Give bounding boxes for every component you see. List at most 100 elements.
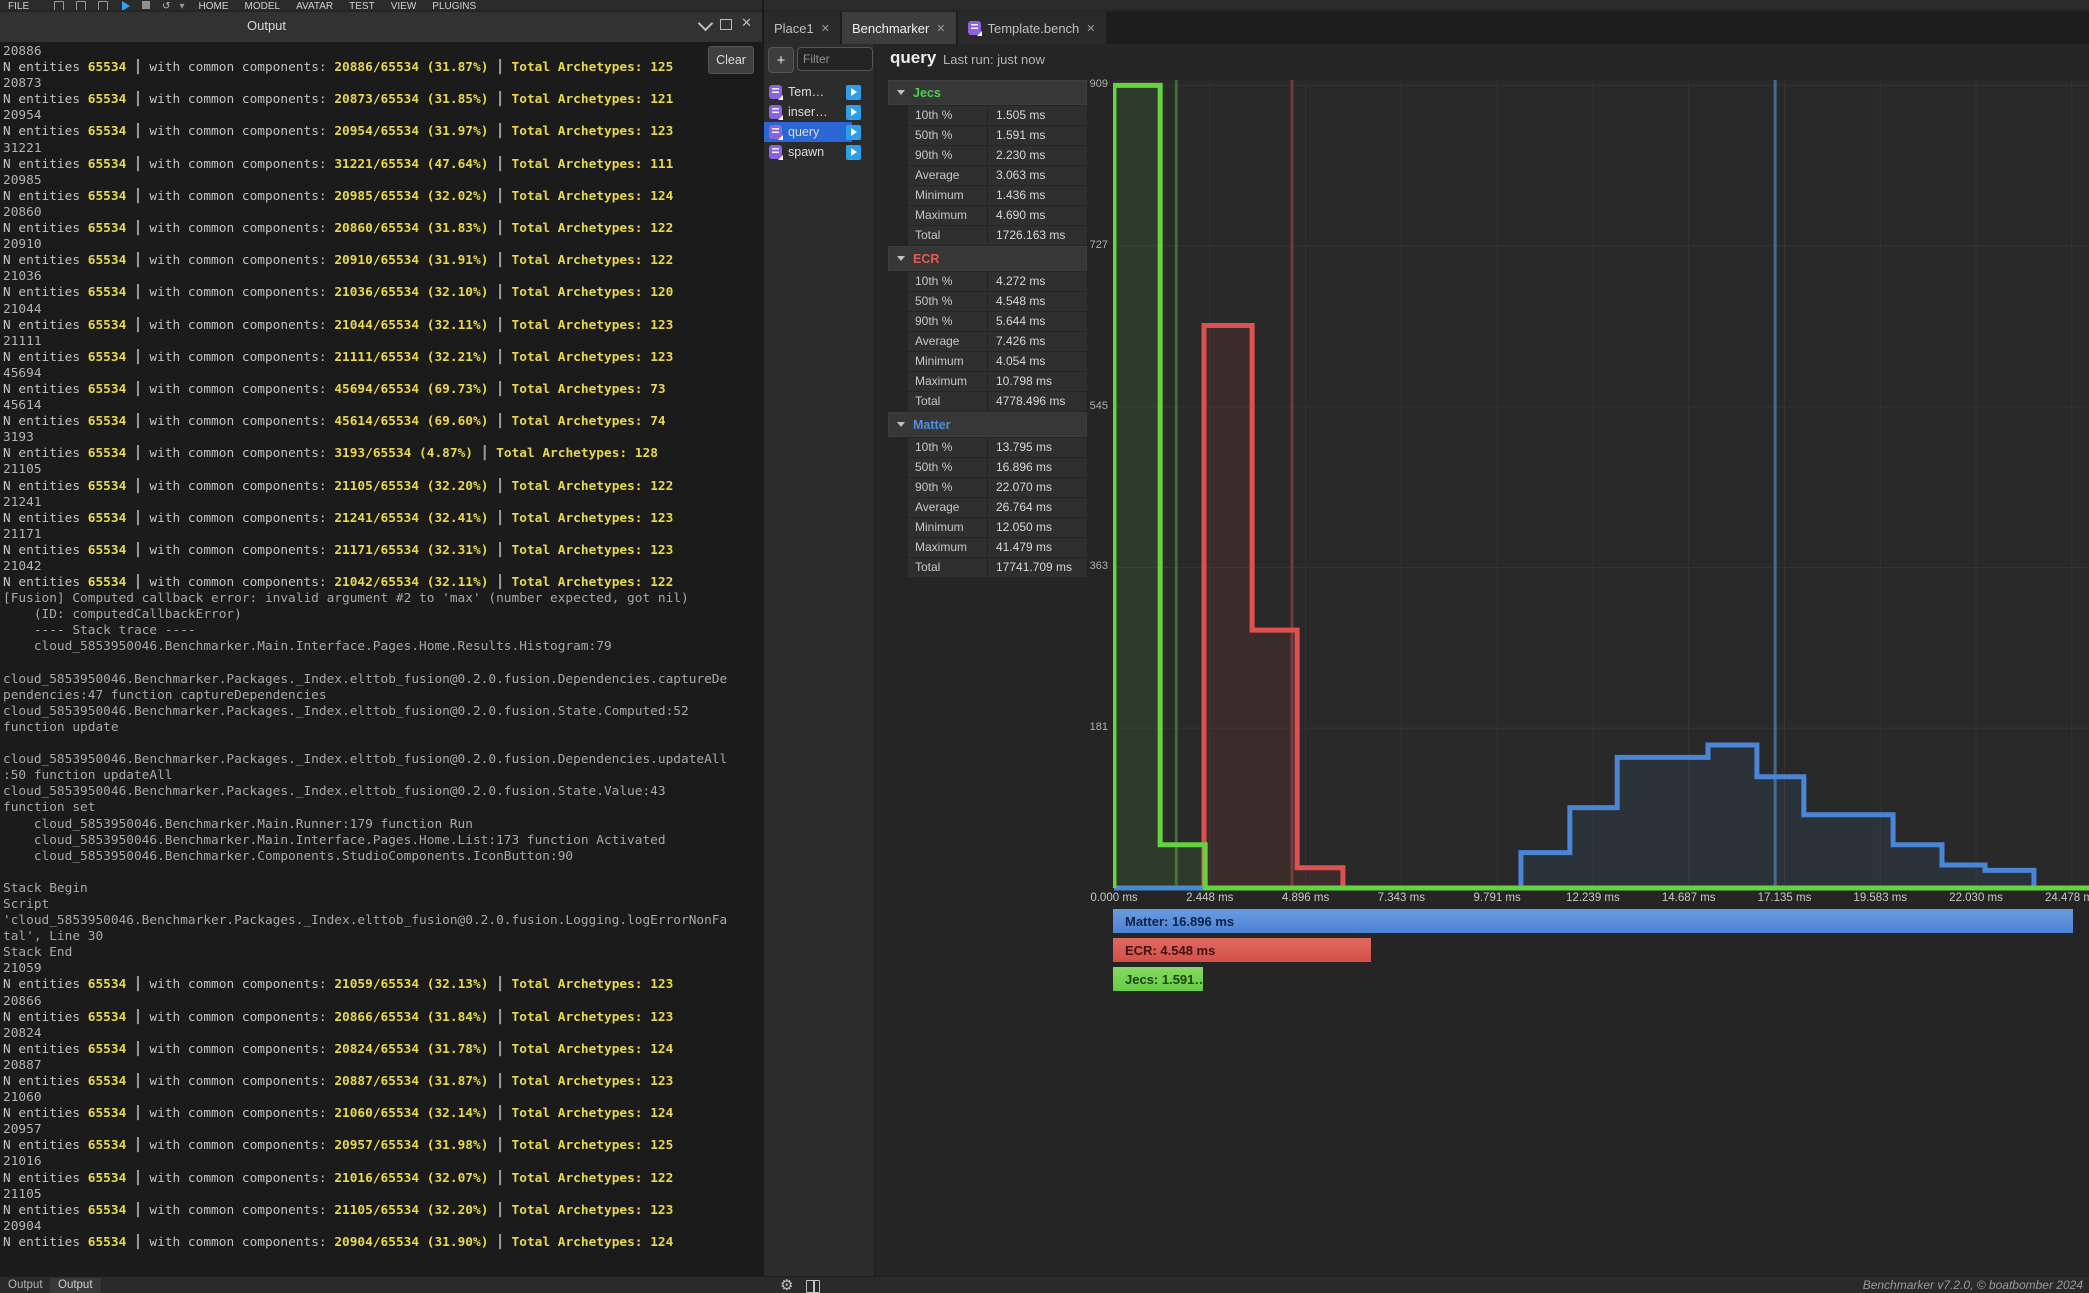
- tab-close-icon[interactable]: ✕: [1086, 22, 1095, 35]
- bottom-tab-output-1[interactable]: Output: [0, 1278, 51, 1293]
- close-icon[interactable]: ✕: [741, 15, 752, 31]
- run-benchmark-button[interactable]: [846, 105, 861, 120]
- run-benchmark-button[interactable]: [846, 85, 861, 100]
- log-count-line: 20887: [3, 1058, 762, 1074]
- stat-row: 50th %1.591 ms: [908, 126, 1087, 145]
- stat-section-header-matter[interactable]: Matter: [888, 412, 1087, 437]
- stat-value: 4.548 ms: [988, 292, 1087, 311]
- stat-value: 7.426 ms: [988, 332, 1087, 351]
- script-icon: [968, 21, 981, 35]
- stat-value: 4.690 ms: [988, 206, 1087, 225]
- log-bench-line: N entities 65534 ┃ with common component…: [3, 446, 762, 462]
- tab-place1[interactable]: Place1 ✕: [764, 12, 840, 44]
- bottom-tab-output-2[interactable]: Output: [50, 1278, 101, 1293]
- stop-icon[interactable]: [142, 1, 150, 9]
- dropdown-caret-icon[interactable]: ▾: [180, 0, 185, 10]
- log-count-line: 20824: [3, 1026, 762, 1042]
- filter-input[interactable]: [797, 47, 873, 71]
- log-count-line: 20866: [3, 994, 762, 1010]
- log-bench-line: N entities 65534 ┃ with common component…: [3, 511, 762, 527]
- tab-template-bench[interactable]: Template.bench ✕: [958, 12, 1106, 44]
- log-count-line: 21241: [3, 495, 762, 511]
- stat-label: Average: [908, 498, 987, 517]
- run-benchmark-button[interactable]: [846, 125, 861, 140]
- stat-section-header-ecr[interactable]: ECR: [888, 246, 1087, 271]
- legend-bar-ecr: ECR: 4.548 ms: [1113, 938, 1371, 962]
- stat-section-name: Matter: [913, 418, 951, 432]
- menu-file[interactable]: FILE: [8, 0, 29, 10]
- menu-view[interactable]: VIEW: [391, 0, 417, 10]
- log-bench-line: N entities 65534 ┃ with common component…: [3, 1010, 762, 1026]
- console-log[interactable]: 20886N entities 65534 ┃ with common comp…: [0, 42, 762, 1278]
- log-error-line: 'cloud_5853950046.Benchmarker.Packages._…: [3, 913, 762, 929]
- log-count-line: 21016: [3, 1154, 762, 1170]
- bench-item-insert[interactable]: inser…: [764, 102, 874, 122]
- publish-icon[interactable]: [98, 1, 108, 10]
- log-count-line: 21059: [3, 961, 762, 977]
- bench-item-spawn[interactable]: spawn: [764, 142, 874, 162]
- log-bench-line: N entities 65534 ┃ with common component…: [3, 1171, 762, 1187]
- stat-label: 10th %: [908, 106, 987, 125]
- tab-close-icon[interactable]: ✕: [936, 22, 945, 35]
- stat-row: Minimum1.436 ms: [908, 186, 1087, 205]
- stat-value: 4.272 ms: [988, 272, 1087, 291]
- stat-label: Maximum: [908, 206, 987, 225]
- stat-row: 10th %4.272 ms: [908, 272, 1087, 291]
- docs-book-icon[interactable]: [806, 1280, 820, 1293]
- stat-row: 90th %5.644 ms: [908, 312, 1087, 331]
- menu-test[interactable]: TEST: [349, 0, 375, 10]
- stat-value: 5.644 ms: [988, 312, 1087, 331]
- menu-avatar[interactable]: AVATAR: [296, 0, 333, 10]
- stat-value: 41.479 ms: [988, 538, 1087, 557]
- save-icon[interactable]: [76, 1, 86, 10]
- tab-benchmarker[interactable]: Benchmarker ✕: [842, 12, 956, 44]
- log-error-line: (ID: computedCallbackError): [3, 607, 762, 623]
- log-bench-line: N entities 65534 ┃ with common component…: [3, 1203, 762, 1219]
- output-title: Output: [247, 18, 286, 33]
- stat-label: 50th %: [908, 292, 987, 311]
- play-icon[interactable]: [122, 1, 130, 10]
- stat-row: Minimum12.050 ms: [908, 518, 1087, 537]
- menu-plugins[interactable]: PLUGINS: [432, 0, 476, 10]
- log-error-line: cloud_5853950046.Benchmarker.Packages._I…: [3, 784, 762, 800]
- tab-close-icon[interactable]: ✕: [821, 22, 830, 35]
- x-tick-label: 2.448 ms: [1170, 892, 1250, 904]
- float-window-icon[interactable]: [720, 19, 732, 30]
- log-count-line: 45694: [3, 366, 762, 382]
- log-error-line: cloud_5853950046.Benchmarker.Main.Interf…: [3, 833, 762, 849]
- collapse-chevron-icon[interactable]: [698, 16, 714, 32]
- stat-row: Total4778.496 ms: [908, 392, 1087, 411]
- stat-section-header-jecs[interactable]: Jecs: [888, 80, 1087, 105]
- log-bench-line: N entities 65534 ┃ with common component…: [3, 60, 762, 76]
- menu-model[interactable]: MODEL: [245, 0, 281, 10]
- x-tick-label: 17.135 ms: [1744, 892, 1824, 904]
- undo-icon[interactable]: ↺: [162, 0, 170, 10]
- log-bench-line: N entities 65534 ┃ with common component…: [3, 1138, 762, 1154]
- histogram-chart: [1113, 80, 2089, 894]
- log-bench-line: N entities 65534 ┃ with common component…: [3, 1042, 762, 1058]
- bench-item-template[interactable]: Tem…: [764, 82, 874, 102]
- log-error-line: pendencies:47 function captureDependenci…: [3, 688, 762, 704]
- new-file-icon[interactable]: [54, 1, 64, 10]
- log-error-line: [3, 656, 762, 672]
- run-benchmark-button[interactable]: [846, 145, 861, 160]
- clear-button[interactable]: Clear: [708, 46, 754, 74]
- log-error-line: ---- Stack trace ----: [3, 623, 762, 639]
- log-bench-line: N entities 65534 ┃ with common component…: [3, 221, 762, 237]
- stat-label: Average: [908, 332, 987, 351]
- add-benchmark-button[interactable]: +: [768, 47, 794, 73]
- log-count-line: 21042: [3, 559, 762, 575]
- menu-home[interactable]: HOME: [199, 0, 229, 10]
- settings-gear-icon[interactable]: ⚙: [780, 1276, 793, 1293]
- log-error-line: cloud_5853950046.Benchmarker.Packages._I…: [3, 672, 762, 688]
- studio-toolbar: FILE ↺ ▾ HOME MODEL AVATAR TEST VIEW PLU…: [0, 0, 2089, 10]
- document-tabbar: Place1 ✕ Benchmarker ✕ Template.bench ✕: [764, 12, 2089, 44]
- bench-item-query[interactable]: query: [764, 122, 874, 142]
- stat-label: Minimum: [908, 518, 987, 537]
- log-bench-line: N entities 65534 ┃ with common component…: [3, 253, 762, 269]
- script-icon: [769, 85, 782, 99]
- log-bench-line: N entities 65534 ┃ with common component…: [3, 414, 762, 430]
- stat-row: Total17741.709 ms: [908, 558, 1087, 577]
- log-error-line: function update: [3, 720, 762, 736]
- x-tick-label: 9.791 ms: [1457, 892, 1537, 904]
